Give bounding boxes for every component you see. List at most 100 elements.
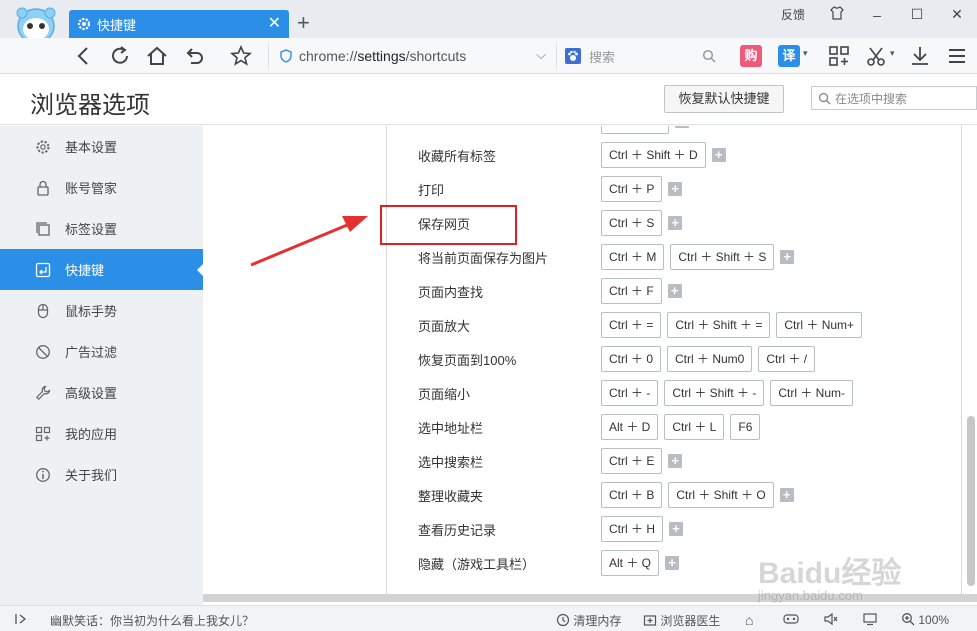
table-row: 将当前页面保存为图片 Ctrl ＋ M Ctrl ＋ Shift ＋ S +: [387, 240, 963, 274]
shortcut-key[interactable]: Ctrl ＋ Shift ＋ =: [667, 312, 771, 338]
restore-defaults-button[interactable]: 恢复默认快捷键: [664, 85, 784, 113]
back-icon[interactable]: [72, 44, 96, 68]
scissors-icon[interactable]: [864, 44, 888, 68]
feedback-button[interactable]: 反馈: [769, 6, 817, 23]
search-icon[interactable]: [702, 49, 716, 63]
sidebar-item-mouse[interactable]: 鼠标手势: [0, 290, 203, 331]
shortcut-key[interactable]: Ctrl ＋ H: [601, 516, 663, 542]
chevron-down-icon[interactable]: ⌵: [536, 47, 546, 63]
shortcut-key[interactable]: Ctrl ＋ M: [601, 244, 665, 270]
shortcut-key[interactable]: Ctrl ＋ L: [664, 414, 725, 440]
sidebar-item-basic[interactable]: 基本设置: [0, 126, 203, 167]
sidebar-item-about[interactable]: 关于我们: [0, 454, 203, 495]
translate-extension-icon[interactable]: 译: [778, 45, 800, 67]
shortcut-key[interactable]: Ctrl ＋ F: [601, 278, 662, 304]
shopping-extension-icon[interactable]: 购: [740, 45, 762, 67]
address-bar[interactable]: chrome://settings/shortcuts ⌵: [268, 43, 554, 69]
shortcut-keys: Ctrl ＋ = Ctrl ＋ Shift ＋ = Ctrl ＋ Num+: [601, 312, 863, 338]
add-shortcut-icon[interactable]: +: [780, 250, 795, 264]
shortcut-key[interactable]: Ctrl ＋ 0: [601, 346, 662, 372]
options-search-input[interactable]: 在选项中搜索: [811, 86, 977, 110]
shortcut-keys: Alt ＋ Q +: [601, 550, 680, 576]
shortcut-key[interactable]: Ctrl ＋ Shift ＋ O: [668, 482, 774, 508]
search-placeholder: 搜索: [589, 49, 616, 65]
shortcut-key[interactable]: Ctrl ＋ E: [601, 448, 663, 474]
sidebar-item-shortcuts[interactable]: 快捷键: [0, 249, 204, 290]
shortcut-keys: Ctrl ＋ M Ctrl ＋ Shift ＋ S +: [601, 244, 795, 270]
shortcut-key[interactable]: Alt ＋ Q: [601, 550, 660, 576]
sidebar-toggle-icon[interactable]: [14, 612, 28, 626]
vertical-scrollbar[interactable]: [967, 416, 975, 586]
sidebar-item-adblock[interactable]: 广告过滤: [0, 331, 203, 372]
shortcut-key[interactable]: Ctrl ＋ P: [601, 176, 663, 202]
window-controls: 反馈 – ☐ ✕: [769, 6, 977, 23]
maximize-icon[interactable]: ☐: [897, 6, 937, 23]
add-shortcut-icon[interactable]: +: [668, 454, 683, 468]
refresh-icon[interactable]: [108, 44, 132, 68]
clean-memory-button[interactable]: 清理内存: [556, 612, 621, 629]
apps-grid-icon[interactable]: [827, 44, 851, 68]
shield-icon: [280, 49, 292, 63]
shortcut-key[interactable]: Ctrl ＋ S: [601, 210, 663, 236]
add-shortcut-icon[interactable]: +: [668, 216, 683, 230]
star-icon[interactable]: [229, 44, 253, 68]
joke-text[interactable]: 幽默笑话：你当初为什么看上我女儿？: [50, 612, 254, 629]
sidebar-item-account[interactable]: 账号管家: [0, 167, 203, 208]
shortcut-key[interactable]: Ctrl ＋ -: [601, 380, 659, 406]
gear-icon: [36, 140, 50, 153]
shortcut-key[interactable]: Ctrl ＋ =: [601, 312, 662, 338]
settings-sidebar: 基本设置 账号管家 标签设置 快捷键 鼠标手势 广告过滤 高级设置 我的应用 关…: [0, 126, 204, 605]
sidebar-item-apps[interactable]: 我的应用: [0, 413, 203, 454]
shortcut-key[interactable]: Ctrl ＋ B: [601, 482, 663, 508]
shortcut-key[interactable]: Ctrl ＋ Num-: [770, 380, 854, 406]
shortcut-keys: Alt ＋ D Ctrl ＋ L F6: [601, 414, 761, 440]
shortcut-key[interactable]: [601, 126, 669, 134]
add-shortcut-icon[interactable]: +: [667, 284, 682, 298]
skin-icon[interactable]: [817, 6, 857, 23]
mute-icon[interactable]: [823, 612, 839, 629]
baidu-paw-icon: [565, 48, 581, 64]
game-icon[interactable]: [783, 612, 799, 629]
options-search-placeholder: 在选项中搜索: [835, 91, 908, 106]
scissors-dropdown-icon[interactable]: ▾: [890, 48, 895, 59]
translate-dropdown-icon[interactable]: ▾: [803, 48, 808, 59]
broom-icon[interactable]: ⌂: [745, 612, 753, 628]
shortcut-key[interactable]: Alt ＋ D: [601, 414, 659, 440]
add-shortcut-icon[interactable]: +: [779, 488, 794, 502]
minimize-icon[interactable]: –: [857, 7, 897, 23]
close-icon[interactable]: ✕: [268, 16, 281, 32]
shortcut-key[interactable]: Ctrl ＋ Shift ＋ D: [601, 142, 706, 168]
download-icon[interactable]: [908, 44, 932, 68]
shortcut-key[interactable]: Ctrl ＋ /: [758, 346, 816, 372]
zoom-control[interactable]: 100%: [901, 612, 949, 627]
screen-icon[interactable]: [862, 612, 878, 629]
shortcut-key[interactable]: Ctrl ＋ Shift ＋ S: [670, 244, 775, 270]
table-row: 页面放大 Ctrl ＋ = Ctrl ＋ Shift ＋ = Ctrl ＋ Num+: [387, 308, 963, 342]
shortcut-list: + 收藏所有标签Ctrl ＋ Shift ＋ D+打印Ctrl ＋ P+保存网页…: [386, 126, 962, 596]
new-tab-button[interactable]: +: [297, 12, 310, 34]
shortcut-icon: [35, 262, 51, 277]
add-shortcut-icon[interactable]: +: [665, 556, 680, 570]
sidebar-item-advanced[interactable]: 高级设置: [0, 372, 203, 413]
add-shortcut-icon[interactable]: +: [675, 126, 689, 128]
search-box[interactable]: 搜索: [556, 43, 722, 69]
browser-doctor-button[interactable]: 浏览器医生: [643, 612, 720, 629]
shortcut-action-label: 查看历史记录: [418, 523, 497, 538]
shortcut-key[interactable]: Ctrl ＋ Num0: [667, 346, 753, 372]
tab-title: 快捷键: [97, 17, 137, 33]
tab-shortcuts[interactable]: 快捷键 ✕: [69, 10, 289, 38]
shortcut-key[interactable]: Ctrl ＋ Shift ＋ -: [664, 380, 765, 406]
block-icon: [36, 344, 50, 359]
add-shortcut-icon[interactable]: +: [711, 148, 726, 162]
undo-icon[interactable]: [183, 44, 207, 68]
shortcut-key[interactable]: Ctrl ＋ Num+: [776, 312, 863, 338]
add-shortcut-icon[interactable]: +: [669, 522, 683, 536]
sidebar-item-label: 广告过滤: [65, 345, 118, 360]
sidebar-item-tabs[interactable]: 标签设置: [0, 208, 203, 249]
menu-icon[interactable]: [945, 44, 969, 68]
shortcut-key[interactable]: F6: [730, 414, 761, 440]
window-close-icon[interactable]: ✕: [937, 6, 977, 23]
home-icon[interactable]: [145, 44, 169, 68]
add-shortcut-icon[interactable]: +: [668, 182, 683, 196]
apps-icon: [35, 426, 51, 441]
